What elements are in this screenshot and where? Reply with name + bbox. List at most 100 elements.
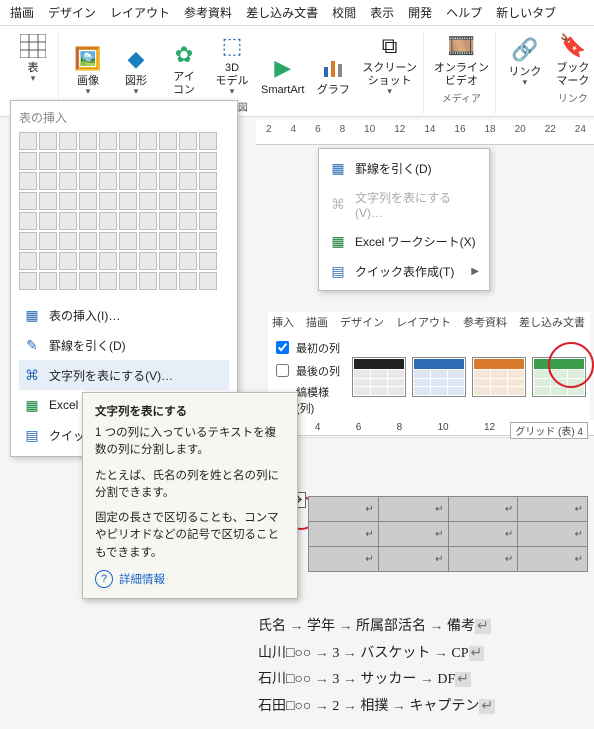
tab-design[interactable]: デザイン <box>340 314 384 330</box>
insert-table-menuitem[interactable]: ▦ 表の挿入(I)… <box>19 300 229 330</box>
chevron-down-icon: ▾ <box>86 86 91 97</box>
insert-table-label: 表の挿入(I)… <box>49 307 120 324</box>
icons-button[interactable]: ✿ アイ コン <box>165 41 203 97</box>
chart-button[interactable]: グラフ <box>314 54 352 97</box>
ctx-ttt-label: 文字列を表にする(V)… <box>355 189 479 220</box>
ctx-draw-label: 罫線を引く(D) <box>355 160 432 177</box>
quick-tables-icon: ▤ <box>23 426 41 444</box>
style-name-label: グリッド (表) 4 <box>510 422 588 439</box>
shapes-icon: ◆ <box>122 45 150 73</box>
chevron-down-icon: ▾ <box>134 86 139 97</box>
document-text: 氏名 → 学年 → 所属部活名 → 備考↵山川□○○ → 3 → バスケット →… <box>258 614 495 720</box>
design-tabs: 挿入 描画 デザイン レイアウト 参考資料 差し込み文書 <box>268 312 590 332</box>
3dmodel-label: 3D モデル <box>216 62 249 88</box>
style-orange[interactable] <box>472 357 526 397</box>
chk-first-col[interactable]: 最初の列 <box>272 338 342 357</box>
table-size-grid[interactable] <box>19 132 229 290</box>
menu-draw[interactable]: 描画 <box>10 4 34 21</box>
smartart-icon: ▶ <box>269 54 297 82</box>
ctx-excel-sheet[interactable]: ▦ Excel ワークシート(X) <box>319 226 489 256</box>
tooltip-more-info[interactable]: ? 詳細情報 <box>95 570 285 588</box>
tooltip-link-label: 詳細情報 <box>119 571 165 587</box>
image-button[interactable]: 🖼️ 画像 ▾ <box>69 45 107 97</box>
ctx-quick-label: クイック表作成(T) <box>355 263 454 280</box>
menu-dev[interactable]: 開発 <box>408 4 432 21</box>
screenshot-button[interactable]: ⧉ スクリーン ショット ▾ <box>362 32 416 97</box>
tooltip-p2: たとえば、氏名の列を姓と名の列に分割できます。 <box>95 468 285 503</box>
menu-view[interactable]: 表示 <box>370 4 394 21</box>
pencil-grid-icon: ✎ <box>23 336 41 354</box>
excel-label: Excel <box>49 398 78 412</box>
table-submenu: ▦ 罫線を引く(D) ⌘ 文字列を表にする(V)… ▦ Excel ワークシート… <box>318 148 490 291</box>
group-link-label: リンク <box>558 90 588 105</box>
ctx-draw-table[interactable]: ▦ 罫線を引く(D) <box>319 153 489 183</box>
chevron-down-icon: ▾ <box>31 73 36 84</box>
cube-icon: ⬚ <box>218 32 246 60</box>
3dmodel-button[interactable]: ⬚ 3D モデル ▾ <box>213 32 251 97</box>
menu-layout[interactable]: レイアウト <box>110 4 170 21</box>
ctx-excel-label: Excel ワークシート(X) <box>355 233 476 250</box>
group-media-label: メディア <box>442 90 481 105</box>
chevron-down-icon: ▾ <box>230 86 235 97</box>
ctx-text-to-table: ⌘ 文字列を表にする(V)… <box>319 183 489 226</box>
bookmark-label: ブックマーク <box>554 62 592 88</box>
bookmark-button[interactable]: 🔖 ブックマーク <box>554 32 592 88</box>
style-blue[interactable] <box>412 357 466 397</box>
style-black[interactable] <box>352 357 406 397</box>
tooltip-p1: 1 つの列に入っているテキストを複数の列に分割します。 <box>95 425 285 460</box>
highlight-circle-style <box>548 342 594 388</box>
tab-mail[interactable]: 差し込み文書 <box>519 314 585 330</box>
menu-newtab[interactable]: 新しいタブ <box>496 4 556 21</box>
tooltip-title: 文字列を表にする <box>95 403 285 419</box>
tab-insert[interactable]: 挿入 <box>272 314 294 330</box>
text-to-table-menuitem[interactable]: ⌘ 文字列を表にする(V)… <box>19 360 229 390</box>
icons-label: アイ コン <box>173 71 195 97</box>
smartart-label: SmartArt <box>261 84 304 97</box>
chevron-down-icon: ▾ <box>387 86 392 97</box>
chk-last-col[interactable]: 最後の列 <box>272 361 342 380</box>
chevron-right-icon: ▶ <box>471 266 479 277</box>
menu-ref[interactable]: 参考資料 <box>184 4 232 21</box>
shapes-button[interactable]: ◆ 図形 ▾ <box>117 45 155 97</box>
tooltip: 文字列を表にする 1 つの列に入っているテキストを複数の列に分割します。 たとえ… <box>82 392 298 599</box>
menu-mailmerge[interactable]: 差し込み文書 <box>246 4 318 21</box>
excel-icon: ▦ <box>329 232 347 250</box>
link-icon: 🔗 <box>511 36 539 64</box>
text-to-table-icon: ⌘ <box>23 366 41 384</box>
menu-review[interactable]: 校閲 <box>332 4 356 21</box>
sticker-icon: ✿ <box>170 41 198 69</box>
onlinevideo-label: オンライン ビデオ <box>434 62 489 88</box>
text-to-table-icon: ⌘ <box>329 196 347 214</box>
draw-table-menuitem[interactable]: ✎ 罫線を引く(D) <box>19 330 229 360</box>
link-button[interactable]: 🔗 リンク ▾ <box>506 36 544 88</box>
panel-title: 表の挿入 <box>19 109 229 126</box>
table-grid-icon <box>19 32 47 60</box>
group-figures-label: 図 <box>238 99 248 114</box>
text-to-table-label: 文字列を表にする(V)… <box>49 367 173 384</box>
chevron-down-icon: ▾ <box>523 77 528 88</box>
film-icon: 🎞️ <box>447 32 475 60</box>
screenshot-label: スクリーン ショット <box>362 62 416 88</box>
menubar: 描画 デザイン レイアウト 参考資料 差し込み文書 校閲 表示 開発 ヘルプ 新… <box>0 0 594 26</box>
smartart-button[interactable]: ▶ SmartArt <box>261 54 304 97</box>
tooltip-p3: 固定の長さで区切ることも、コンマやピリオドなどの記号で区切ることもできます。 <box>95 510 285 562</box>
sample-table: ✥ ↵↵↵↵ ↵↵↵↵ ↵↵↵↵ <box>308 496 590 572</box>
table-icon: ▦ <box>23 306 41 324</box>
horizontal-ruler: 24 68 1012 1416 1820 2224 <box>256 120 594 145</box>
ctx-quick-tables[interactable]: ▤ クイック表作成(T) ▶ <box>319 256 489 286</box>
question-icon: ? <box>95 570 113 588</box>
bookmark-icon: 🔖 <box>559 32 587 60</box>
onlinevideo-button[interactable]: 🎞️ オンライン ビデオ <box>434 32 489 88</box>
screenshot-icon: ⧉ <box>376 32 404 60</box>
tab-draw[interactable]: 描画 <box>306 314 328 330</box>
menu-help[interactable]: ヘルプ <box>446 4 482 21</box>
menu-design[interactable]: デザイン <box>48 4 96 21</box>
excel-icon: ▦ <box>23 396 41 414</box>
quick-tables-icon: ▤ <box>329 262 347 280</box>
tab-ref[interactable]: 参考資料 <box>463 314 507 330</box>
picture-icon: 🖼️ <box>74 45 102 73</box>
tab-layout[interactable]: レイアウト <box>396 314 451 330</box>
table-button[interactable]: 表 ▾ <box>14 32 52 84</box>
ruler-2: 24 68 1012 1416 グリッド (表) 4 <box>268 420 594 436</box>
pencil-grid-icon: ▦ <box>329 159 347 177</box>
